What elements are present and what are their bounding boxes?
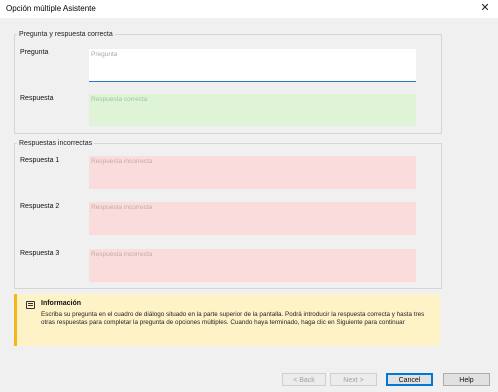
info-text: Escriba su pregunta en el cuadro de diál… [41,311,425,327]
question-group-legend: Pregunta y respuesta correcta [19,31,113,38]
wrong-answer-1-label: Respuesta 1 [20,157,60,164]
correct-answer-input[interactable] [89,94,416,126]
wrong-answer-2-label: Respuesta 2 [20,203,60,210]
back-button[interactable]: < Back [282,373,326,386]
wrong-answer-3-input[interactable] [89,249,416,282]
wrong-answer-2-input[interactable] [89,202,416,235]
answer-label: Respuesta [20,95,54,102]
info-panel: Información Escriba su pregunta en el cu… [14,294,440,346]
window-title: Opción múltiple Asistente [6,4,96,13]
info-title: Información [41,300,82,307]
cancel-button[interactable]: Cancel [386,373,433,386]
wrong-group-legend: Respuestas incorrectas [19,140,93,147]
title-bar: Opción múltiple Asistente ✕ [0,0,498,18]
close-icon[interactable]: ✕ [478,1,492,15]
wrong-answer-3-label: Respuesta 3 [20,250,60,257]
question-label: Pregunta [20,49,49,56]
question-input[interactable] [89,49,416,82]
help-button[interactable]: Help [443,373,490,386]
wrong-answer-1-input[interactable] [89,156,416,189]
next-button[interactable]: Next > [330,373,377,386]
note-icon [26,301,35,309]
